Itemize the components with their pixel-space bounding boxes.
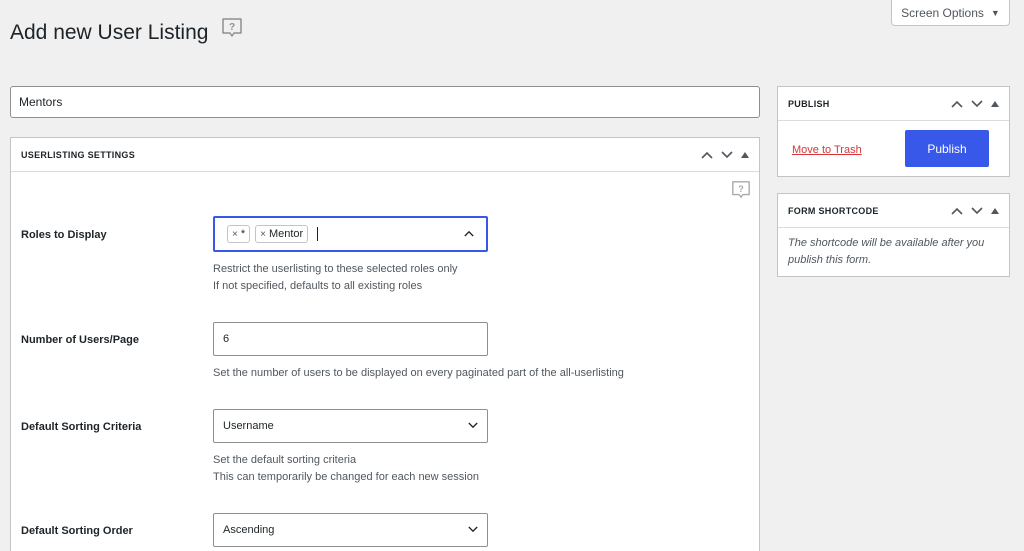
page-title: Add new User Listing (10, 21, 209, 44)
sorting-criteria-label: Default Sorting Criteria (21, 421, 142, 433)
role-tag-label: Mentor (268, 228, 304, 240)
sorting-criteria-select[interactable]: Username (213, 409, 488, 443)
svg-text:?: ? (738, 184, 744, 194)
chevron-down-icon[interactable] (971, 99, 983, 108)
move-to-trash-link[interactable]: Move to Trash (792, 144, 862, 156)
listing-title-input[interactable]: Mentors (10, 86, 760, 118)
caret-down-icon: ▼ (990, 7, 1000, 18)
shortcode-info-text: The shortcode will be available after yo… (788, 237, 985, 266)
roles-multiselect[interactable]: × * × Mentor (213, 216, 488, 252)
users-per-page-value: 6 (223, 333, 230, 345)
text-cursor (317, 227, 319, 241)
sorting-criteria-desc-line1: Set the default sorting criteria (213, 454, 357, 466)
chevron-down-icon[interactable] (971, 206, 983, 215)
roles-label: Roles to Display (21, 229, 107, 241)
sorting-order-select[interactable]: Ascending (213, 513, 488, 547)
publish-button[interactable]: Publish (905, 130, 989, 167)
help-icon[interactable]: ? (221, 17, 243, 39)
roles-desc-line1: Restrict the userlisting to these select… (213, 263, 458, 275)
close-icon[interactable]: × (260, 229, 266, 240)
triangle-up-icon[interactable] (741, 151, 749, 158)
role-tag-label: * (240, 228, 246, 240)
sorting-order-label: Default Sorting Order (21, 525, 133, 537)
close-icon[interactable]: × (232, 229, 238, 240)
chevron-down-icon (468, 420, 478, 432)
sorting-order-value: Ascending (223, 524, 275, 536)
settings-box-header: USERLISTING SETTINGS (11, 138, 759, 172)
svg-text:?: ? (229, 22, 235, 33)
roles-description: Restrict the userlisting to these select… (213, 261, 458, 295)
sorting-criteria-desc-line2: This can temporarily be changed for each… (213, 471, 479, 483)
userlisting-settings-box: USERLISTING SETTINGS ? Roles to Display … (10, 137, 760, 551)
roles-desc-line2: If not specified, defaults to all existi… (213, 280, 423, 292)
chevron-up-icon[interactable] (951, 100, 963, 108)
listing-title-value: Mentors (19, 95, 63, 109)
role-tag[interactable]: × * (227, 225, 251, 243)
chevron-up-icon[interactable] (464, 228, 474, 240)
users-per-page-label: Number of Users/Page (21, 334, 139, 346)
users-per-page-input[interactable]: 6 (213, 322, 488, 356)
chevron-down-icon[interactable] (721, 150, 733, 159)
publish-box: PUBLISH Move to Trash Publish (777, 86, 1010, 177)
shortcode-box-title: FORM SHORTCODE (788, 205, 879, 216)
screen-options-button[interactable]: Screen Options ▼ (891, 0, 1010, 26)
chevron-up-icon[interactable] (701, 151, 713, 159)
publish-box-header: PUBLISH (778, 87, 1009, 121)
screen-options-label: Screen Options (901, 5, 984, 20)
publish-box-title: PUBLISH (788, 98, 830, 109)
triangle-up-icon[interactable] (991, 207, 999, 214)
settings-box-title: USERLISTING SETTINGS (21, 149, 136, 160)
chevron-down-icon (468, 524, 478, 536)
users-per-page-description: Set the number of users to be displayed … (213, 367, 624, 379)
form-shortcode-box: FORM SHORTCODE The shortcode will be ava… (777, 193, 1010, 277)
role-tag[interactable]: × Mentor (255, 225, 309, 243)
chevron-up-icon[interactable] (951, 207, 963, 215)
help-icon[interactable]: ? (731, 180, 751, 200)
shortcode-box-header: FORM SHORTCODE (778, 194, 1009, 228)
triangle-up-icon[interactable] (991, 100, 999, 107)
sorting-criteria-value: Username (223, 420, 274, 432)
sorting-criteria-description: Set the default sorting criteria This ca… (213, 452, 479, 486)
